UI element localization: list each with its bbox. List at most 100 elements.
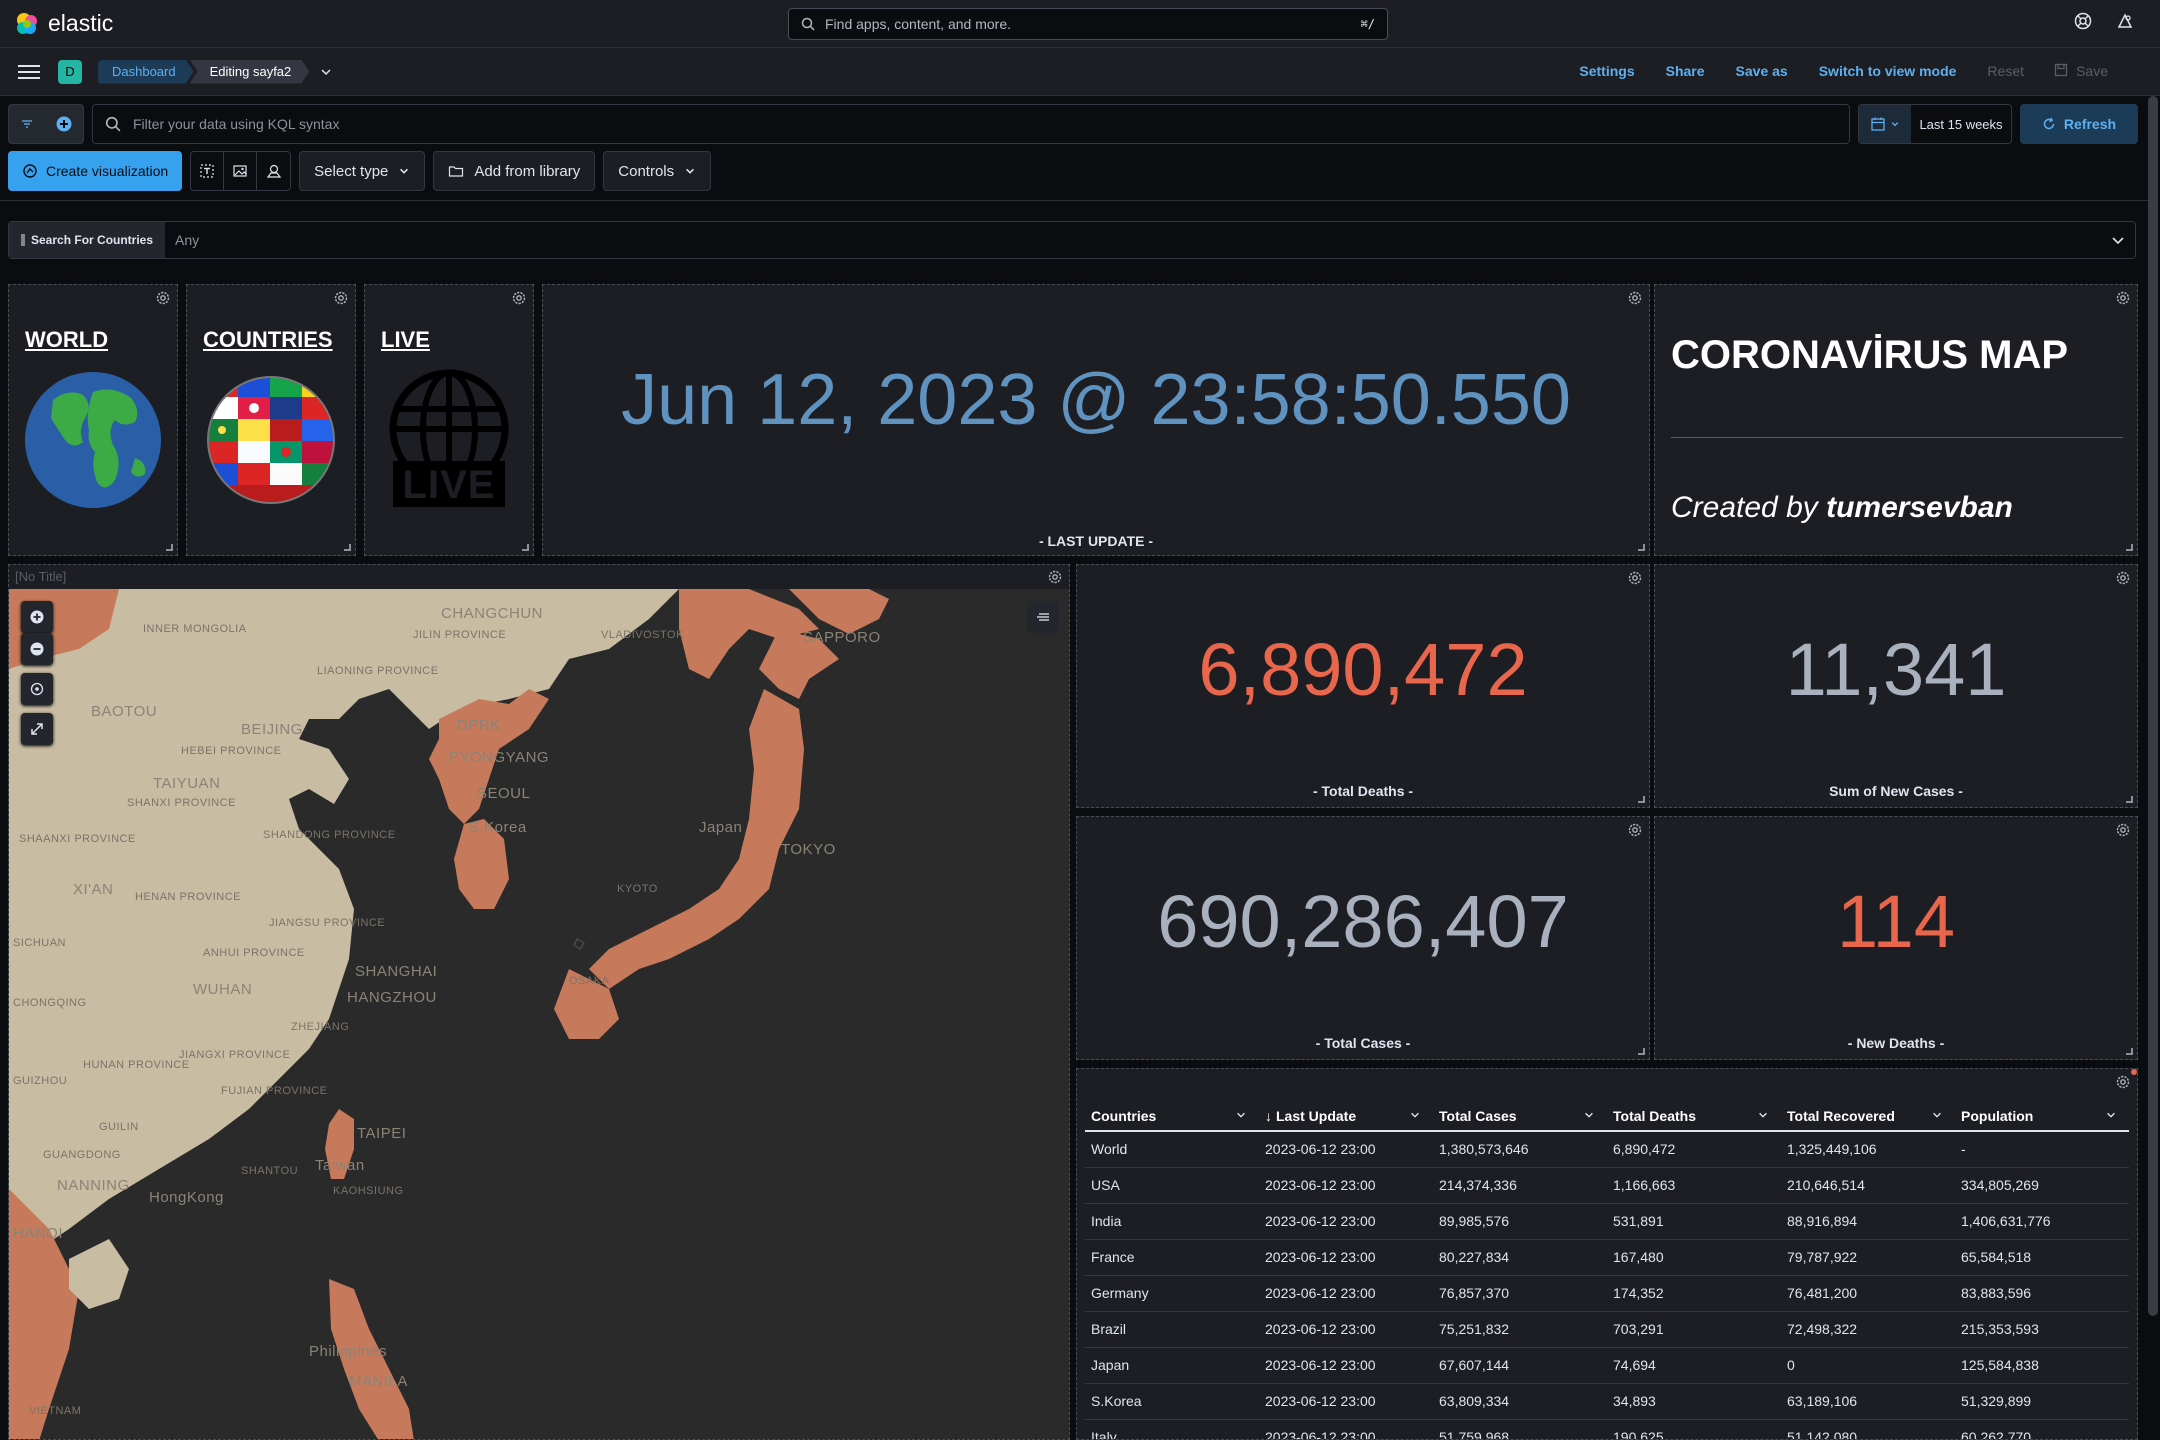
table-cell: 2023-06-12 23:00 (1259, 1311, 1433, 1348)
gear-icon[interactable] (2115, 290, 2131, 306)
world-panel: WORLD (8, 284, 178, 556)
text-panel-icon[interactable] (191, 152, 225, 190)
elastic-logo[interactable]: elastic (14, 10, 113, 37)
quick-select-button[interactable] (1859, 105, 1911, 143)
reset-link[interactable]: Reset (1987, 63, 2024, 79)
map-label: CHONGQING (13, 997, 87, 1009)
column-header[interactable]: ↓ Last Update (1259, 1101, 1433, 1132)
table-row[interactable]: Germany 2023-06-12 23:00 76,857,370 174,352… (1085, 1275, 2129, 1312)
table-cell: 79,787,922 (1781, 1239, 1955, 1276)
chevron-down-icon[interactable] (2111, 233, 2125, 247)
maps-panel-icon[interactable] (257, 152, 290, 190)
resize-handle[interactable] (2126, 796, 2133, 803)
map-canvas[interactable] (9, 589, 1070, 1440)
world-title[interactable]: WORLD (25, 327, 108, 353)
gear-icon[interactable] (1627, 290, 1643, 306)
gear-icon[interactable] (511, 290, 527, 306)
column-header[interactable]: Countries (1085, 1101, 1259, 1132)
resize-handle[interactable] (522, 544, 529, 551)
table-cell: Brazil (1085, 1311, 1259, 1348)
gear-icon[interactable] (1627, 570, 1643, 586)
gear-icon[interactable] (2115, 822, 2131, 838)
fullscreen-button[interactable] (21, 713, 53, 745)
column-header[interactable]: Total Deaths (1607, 1101, 1781, 1132)
table-cell: 2023-06-12 23:00 (1259, 1275, 1433, 1312)
gear-icon[interactable] (2115, 1074, 2131, 1090)
chevron-down-icon[interactable] (319, 65, 333, 79)
settings-link[interactable]: Settings (1579, 63, 1634, 79)
countries-table-panel: Countries ↓ Last Update Total Cases Total… (1076, 1068, 2138, 1440)
image-panel-icon[interactable] (224, 152, 258, 190)
gear-icon[interactable] (155, 290, 171, 306)
share-link[interactable]: Share (1666, 63, 1705, 79)
save-as-link[interactable]: Save as (1736, 63, 1788, 79)
gear-icon[interactable] (1627, 822, 1643, 838)
time-picker[interactable]: Last 15 weeks (1858, 104, 2012, 144)
table-row[interactable]: France 2023-06-12 23:00 80,227,834 167,480 7… (1085, 1239, 2129, 1276)
last-update-panel: Jun 12, 2023 @ 23:58:50.550 - LAST UPDAT… (542, 284, 1650, 556)
kql-query-input[interactable]: Filter your data using KQL syntax (92, 104, 1850, 144)
last-update-label: - LAST UPDATE - (1038, 533, 1154, 549)
create-visualization-button[interactable]: Create visualization (8, 151, 183, 191)
resize-handle[interactable] (344, 544, 351, 551)
gear-icon[interactable] (2115, 570, 2131, 586)
table-row[interactable]: Italy 2023-06-12 23:00 51,759,968 190,625 51… (1085, 1419, 2129, 1439)
visualize-icon (23, 164, 37, 178)
filter-options-button[interactable] (8, 104, 84, 144)
resize-handle[interactable] (1638, 796, 1645, 803)
countries-title[interactable]: COUNTRIES (203, 327, 333, 353)
global-search-input[interactable]: Find apps, content, and more. ⌘/ (788, 8, 1388, 40)
refresh-button[interactable]: Refresh (2020, 104, 2138, 144)
total-deaths-label: - Total Deaths - (1312, 783, 1414, 799)
switch-to-view-mode-link[interactable]: Switch to view mode (1819, 63, 1957, 79)
live-title[interactable]: LIVE (381, 327, 430, 353)
layer-control-button[interactable] (1027, 601, 1059, 633)
table-row[interactable]: Japan 2023-06-12 23:00 67,607,144 74,694 0 12… (1085, 1347, 2129, 1384)
countries-panel: COUNTRIES (186, 284, 356, 556)
add-filter-icon[interactable] (55, 115, 73, 133)
options-list-control[interactable]: Search For Countries Any (8, 221, 2136, 259)
resize-handle[interactable] (1638, 544, 1645, 551)
resize-handle[interactable] (1638, 1048, 1645, 1055)
table-cell: 125,584,838 (1955, 1347, 2129, 1384)
total-deaths-panel: 6,890,472 - Total Deaths - (1076, 564, 1650, 808)
control-value[interactable]: Any (165, 232, 2111, 248)
breadcrumb-dashboard[interactable]: Dashboard (98, 60, 194, 84)
map-label: GUILIN (99, 1121, 139, 1133)
table-row[interactable]: USA 2023-06-12 23:00 214,374,336 1,166,663 2… (1085, 1167, 2129, 1204)
resize-handle[interactable] (2126, 544, 2133, 551)
resize-handle[interactable] (166, 544, 173, 551)
column-header[interactable]: Total Recovered (1781, 1101, 1955, 1132)
save-button[interactable]: Save (2054, 63, 2108, 79)
total-cases-panel: 690,286,407 - Total Cases - (1076, 816, 1650, 1060)
menu-toggle-icon[interactable] (18, 64, 40, 79)
space-avatar[interactable]: D (58, 59, 82, 84)
help-icon[interactable] (2074, 12, 2092, 30)
zoom-in-button[interactable] (21, 601, 53, 633)
reset-view-button[interactable] (21, 673, 53, 705)
live-sign-text: LIVE (402, 463, 496, 507)
dashboard-title: CORONAVİRUS MAP (1671, 333, 2069, 377)
zoom-out-button[interactable] (21, 633, 53, 665)
page-scrollbar[interactable] (2148, 96, 2158, 1316)
map-label: GUANGDONG (43, 1149, 121, 1161)
refresh-icon (2043, 117, 2055, 130)
table-row[interactable]: Brazil 2023-06-12 23:00 75,251,832 703,291 7… (1085, 1311, 2129, 1348)
time-range-label[interactable]: Last 15 weeks (1911, 117, 2011, 132)
table-row[interactable]: S.Korea 2023-06-12 23:00 63,809,334 34,893 6… (1085, 1383, 2129, 1420)
controls-dropdown[interactable]: Controls (603, 151, 712, 191)
map-label: SICHUAN (13, 937, 67, 949)
gear-icon[interactable] (333, 290, 349, 306)
drag-handle-icon[interactable] (21, 233, 25, 247)
add-from-library-button[interactable]: Add from library (433, 151, 596, 191)
table-cell: Japan (1085, 1347, 1259, 1384)
newsfeed-icon[interactable] (2116, 12, 2134, 30)
gear-icon[interactable] (1047, 569, 1063, 585)
filter-icon (21, 120, 32, 128)
column-header[interactable]: Total Cases (1433, 1101, 1607, 1132)
resize-handle[interactable] (2126, 1048, 2133, 1055)
column-header[interactable]: Population (1955, 1101, 2129, 1132)
table-row[interactable]: India 2023-06-12 23:00 89,985,576 531,891 88… (1085, 1203, 2129, 1240)
table-row[interactable]: World 2023-06-12 23:00 1,380,573,646 6,890,… (1085, 1131, 2129, 1168)
select-type-dropdown[interactable]: Select type (299, 151, 426, 191)
